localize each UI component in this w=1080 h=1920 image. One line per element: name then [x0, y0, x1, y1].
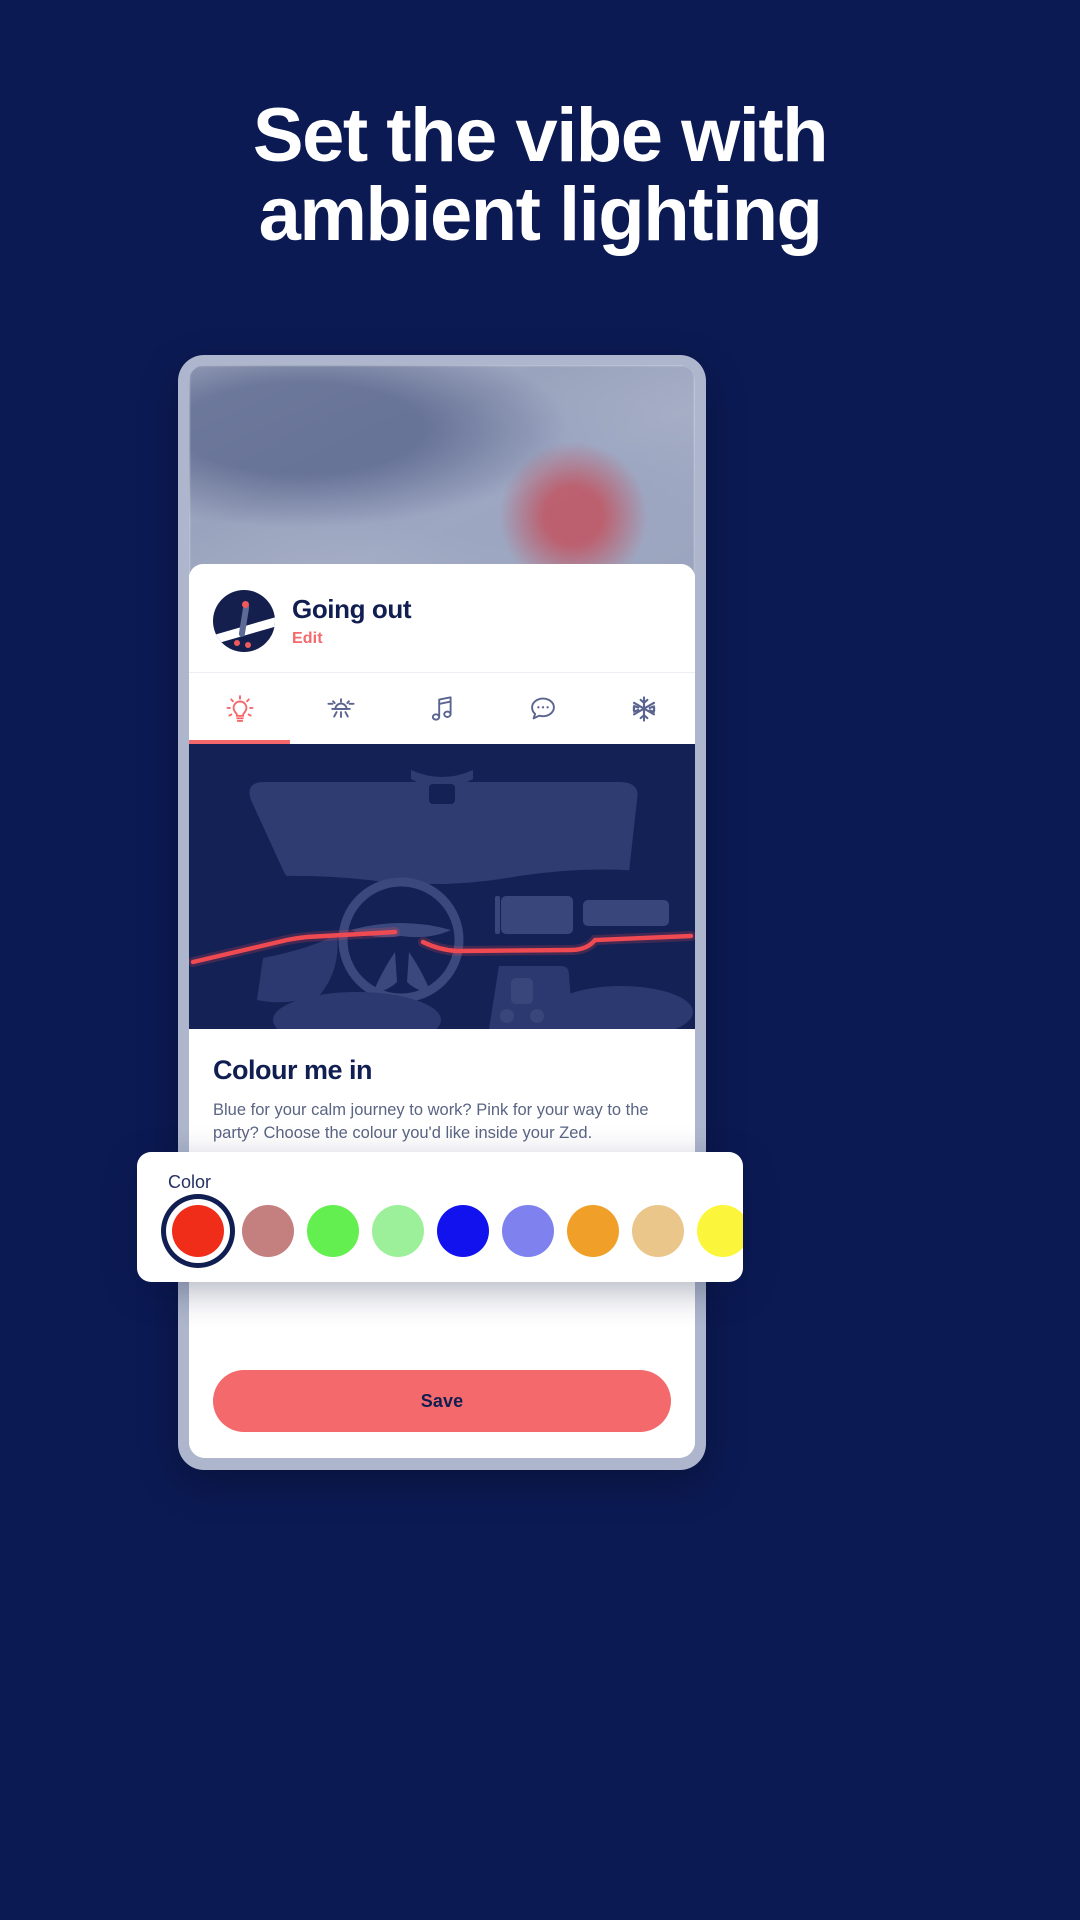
color-swatch-tan[interactable] [632, 1205, 684, 1257]
avatar [213, 590, 275, 652]
save-button-container: Save [189, 1370, 695, 1432]
colour-section: Colour me in Blue for your calm journey … [189, 1029, 695, 1146]
colour-section-description: Blue for your calm journey to work? Pink… [213, 1101, 649, 1143]
color-picker-label: Color [168, 1172, 212, 1192]
color-swatch-orange[interactable] [567, 1205, 619, 1257]
tab-lighting[interactable] [189, 673, 290, 744]
phone-screen: Going out Edit Colour me in Blue for you… [189, 365, 695, 1458]
page-title: Set the vibe with ambient lighting [0, 96, 1080, 254]
tab-reading-light[interactable] [290, 673, 391, 744]
reading-light-icon [325, 695, 357, 723]
tab-music[interactable] [391, 673, 492, 744]
content-card: Going out Edit Colour me in Blue for you… [189, 564, 695, 1458]
color-swatch-red[interactable] [172, 1205, 224, 1257]
scene-header: Going out Edit [189, 564, 695, 672]
tab-climate[interactable] [594, 673, 695, 744]
car-dashboard-illustration [189, 744, 695, 1029]
music-note-icon [428, 694, 456, 724]
color-swatch-blue[interactable] [437, 1205, 489, 1257]
color-swatch-yellow[interactable] [697, 1205, 743, 1257]
snowflake-icon [629, 694, 659, 724]
color-swatch-periwinkle[interactable] [502, 1205, 554, 1257]
colour-section-title: Colour me in [213, 1055, 373, 1085]
save-button[interactable]: Save [213, 1370, 671, 1432]
tab-messages[interactable] [493, 673, 594, 744]
color-swatch-light-green[interactable] [372, 1205, 424, 1257]
promo-screenshot: Set the vibe with ambient lighting Going… [0, 0, 1080, 1920]
tab-bar [189, 672, 695, 744]
scene-title: Going out [292, 594, 412, 624]
color-swatch-bright-green[interactable] [307, 1205, 359, 1257]
color-picker-panel: Color [137, 1152, 743, 1282]
avatar-accent-dot [234, 639, 241, 646]
chat-bubble-icon [528, 694, 558, 724]
color-swatch-row [168, 1205, 743, 1257]
headline-line-1: Set the vibe with [252, 93, 829, 178]
scene-header-text: Going out Edit [292, 594, 412, 648]
headline-line-2: ambient lighting [258, 172, 823, 258]
color-swatch-dusty-rose[interactable] [242, 1205, 294, 1257]
avatar-accent-dot [245, 642, 252, 649]
blurred-photo-header [189, 365, 695, 575]
phone-mockup: Going out Edit Colour me in Blue for you… [178, 355, 706, 1470]
lightbulb-icon [225, 693, 255, 725]
edit-link[interactable]: Edit [292, 630, 411, 648]
